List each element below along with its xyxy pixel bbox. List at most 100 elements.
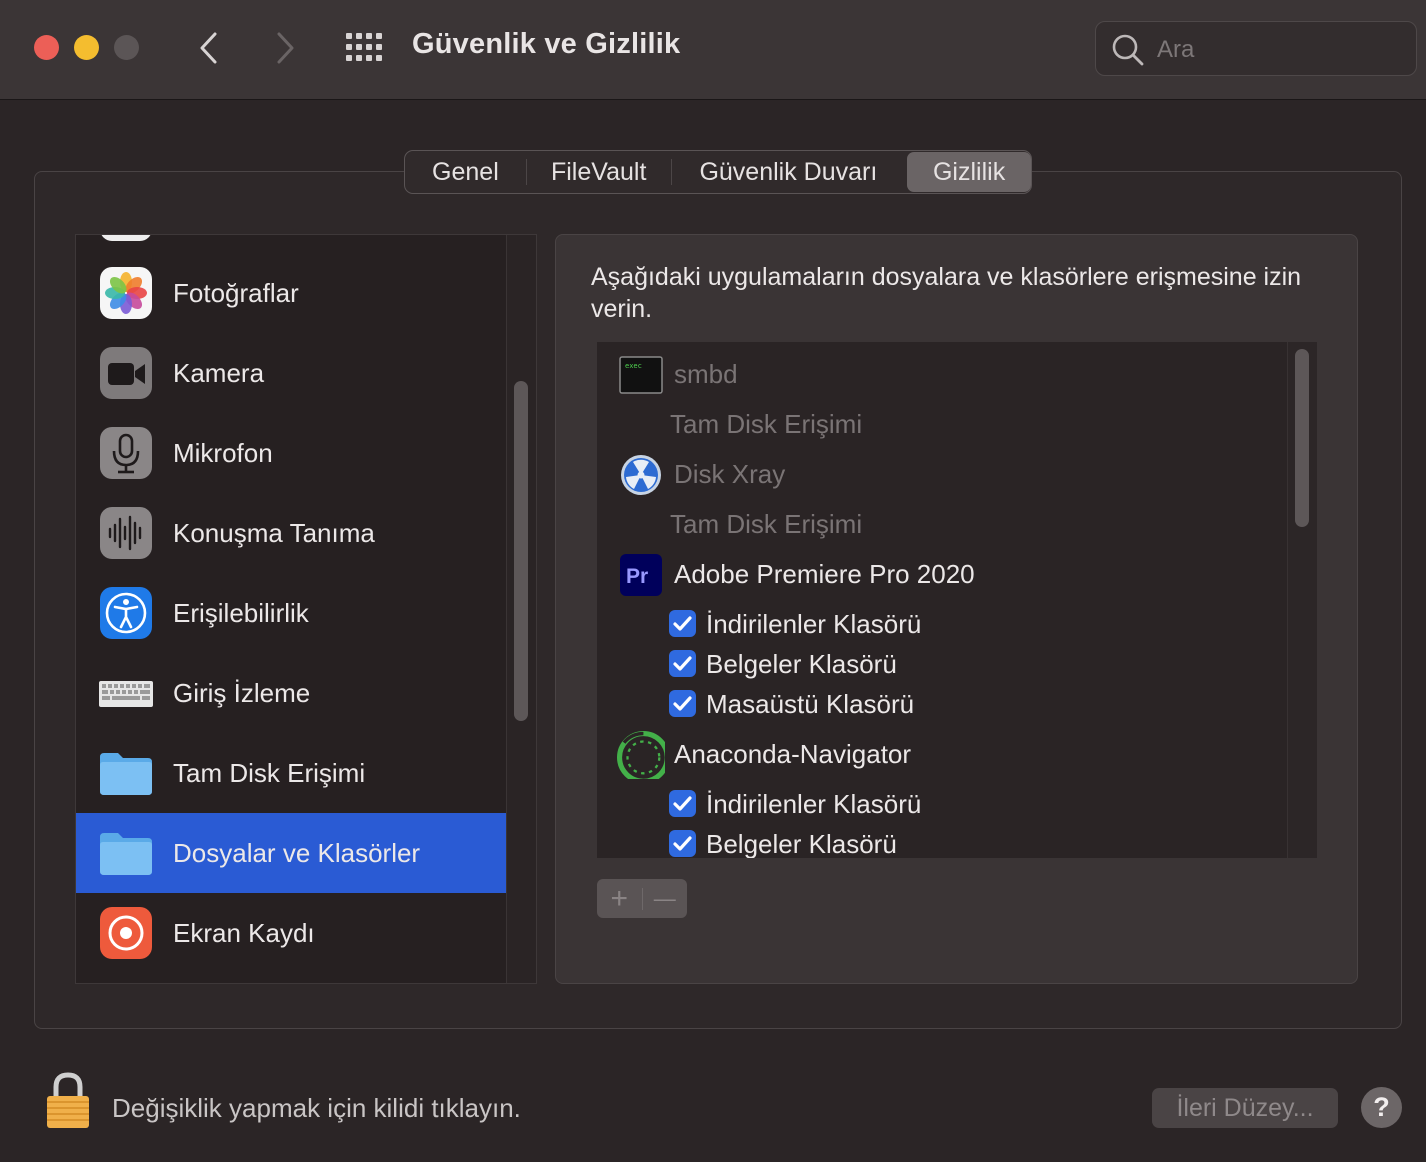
checkmark-icon [673, 696, 692, 711]
tab-gizlilik[interactable]: Gizlilik [907, 152, 1031, 192]
exec-badge: exec [625, 362, 642, 370]
tab-firewall[interactable]: Güvenlik Duvarı [672, 152, 906, 192]
folder-label: İndirilenler Klasörü [706, 609, 922, 639]
checkbox-checked[interactable] [669, 830, 696, 857]
folder-label: İndirilenler Klasörü [706, 789, 922, 819]
close-window-button[interactable] [34, 35, 59, 60]
sidebar-item-accessibility[interactable]: Erişilebilirlik [76, 573, 507, 653]
sidebar-item-label: Giriş İzleme [173, 678, 311, 708]
sidebar-item-label: Fotoğraflar [173, 278, 299, 308]
sidebar-item-screen-recording[interactable]: Ekran Kaydı [76, 893, 507, 973]
plus-icon: + [610, 881, 629, 915]
app-permission-label: Tam Disk Erişimi [670, 509, 863, 539]
zoom-window-button[interactable] [114, 35, 139, 60]
minimize-window-button[interactable] [74, 35, 99, 60]
folder-permission-row[interactable]: Belgeler Klasörü [597, 644, 1287, 684]
sidebar-item-photos[interactable]: Fotoğraflar [76, 253, 507, 333]
privacy-category-list[interactable]: Fotoğraflar Kamera Mikrofon Konuşma Tanı… [75, 234, 537, 984]
checkmark-icon [673, 836, 692, 851]
app-name: smbd [674, 359, 738, 389]
sidebar-item-label: Tam Disk Erişimi [173, 758, 366, 788]
lock-icon [47, 1072, 89, 1128]
sidebar-item-label: Konuşma Tanıma [173, 518, 375, 548]
checkbox-checked[interactable] [669, 650, 696, 677]
advanced-button[interactable]: İleri Düzey... [1152, 1088, 1338, 1128]
folder-label: Belgeler Klasörü [706, 649, 897, 679]
exec-icon: exec [619, 356, 663, 394]
title-bar: Güvenlik ve Gizlilik Ara [0, 0, 1426, 100]
window-title: Güvenlik ve Gizlilik [412, 28, 681, 60]
remove-app-button[interactable]: — [642, 879, 687, 918]
checkbox-checked[interactable] [669, 690, 696, 717]
app-name: Anaconda-Navigator [674, 739, 912, 769]
checkbox-checked[interactable] [669, 790, 696, 817]
app-list-scroll-thumb[interactable] [1295, 349, 1309, 527]
sidebar-item-label: Mikrofon [173, 438, 273, 468]
screen-recording-icon [100, 907, 152, 959]
search-field[interactable]: Ara [1095, 21, 1417, 76]
sidebar-item-label: Erişilebilirlik [173, 598, 309, 628]
show-all-button[interactable] [344, 30, 384, 66]
sidebar-item-label: Dosyalar ve Klasörler [173, 838, 421, 868]
photos-icon [100, 267, 152, 319]
sidebar-item-label: Kamera [173, 358, 265, 388]
sidebar-item-full-disk-access[interactable]: Tam Disk Erişimi [76, 733, 507, 813]
tab-bar: Genel FileVault Güvenlik Duvarı Gizlilik [404, 150, 1032, 194]
chevron-right-icon [277, 32, 294, 64]
app-sub-row: Tam Disk Erişimi [597, 499, 1287, 549]
back-button[interactable] [190, 28, 230, 68]
app-permission-list[interactable]: exec smbd Tam Disk Erişimi Disk Xray Tam [597, 342, 1317, 858]
checkmark-icon [673, 616, 692, 631]
search-placeholder: Ara [1157, 36, 1195, 63]
folder-permission-row[interactable]: İndirilenler Klasörü [597, 604, 1287, 644]
anaconda-icon [616, 730, 665, 779]
files-folders-panel: Aşağıdaki uygulamaların dosyalara ve kla… [555, 234, 1358, 984]
sidebar-item-speech-recognition[interactable]: Konuşma Tanıma [76, 493, 507, 573]
panel-description: Aşağıdaki uygulamaların dosyalara ve kla… [591, 263, 1302, 323]
app-sub-row: Tam Disk Erişimi [597, 399, 1287, 449]
checkmark-icon [673, 656, 692, 671]
folder-icon [100, 833, 152, 875]
folder-permission-row[interactable]: İndirilenler Klasörü [597, 784, 1287, 824]
folder-icon [100, 753, 152, 795]
forward-button[interactable] [264, 28, 304, 68]
lock-button[interactable] [44, 1072, 92, 1130]
accessibility-icon [100, 587, 152, 639]
sidebar-item-label: Ekran Kaydı [173, 918, 315, 948]
premiere-icon: Pr [620, 554, 662, 596]
sidebar-item-files-and-folders[interactable]: Dosyalar ve Klasörler [76, 813, 507, 893]
app-row-disk-xray[interactable]: Disk Xray [597, 449, 1287, 499]
camera-icon [100, 347, 152, 399]
checkbox-checked[interactable] [669, 610, 696, 637]
app-permission-label: Tam Disk Erişimi [670, 409, 863, 439]
folder-label: Belgeler Klasörü [706, 829, 897, 858]
keyboard-icon [99, 681, 153, 707]
search-icon [1112, 34, 1144, 66]
premiere-badge: Pr [626, 565, 648, 588]
folder-permission-row[interactable]: Belgeler Klasörü [597, 824, 1287, 858]
folder-label: Masaüstü Klasörü [706, 689, 915, 719]
disk-xray-icon [621, 455, 661, 495]
app-row-adobe-premiere[interactable]: Pr Adobe Premiere Pro 2020 [597, 549, 1287, 599]
speech-recognition-icon [100, 507, 152, 559]
app-row-anaconda-navigator[interactable]: Anaconda-Navigator [597, 729, 1287, 779]
partial-list-item [100, 235, 152, 241]
microphone-icon [100, 427, 152, 479]
sidebar-item-input-monitoring[interactable]: Giriş İzleme [76, 653, 507, 733]
add-app-button[interactable]: + [597, 879, 642, 918]
tab-genel[interactable]: Genel [405, 152, 526, 192]
lock-hint-text: Değişiklik yapmak için kilidi tıklayın. [112, 1093, 521, 1123]
app-list-scrollbar[interactable] [1287, 342, 1317, 858]
help-button[interactable]: ? [1361, 1087, 1402, 1128]
sidebar-item-camera[interactable]: Kamera [76, 333, 507, 413]
app-row-smbd[interactable]: exec smbd [597, 349, 1287, 399]
sidebar-item-microphone[interactable]: Mikrofon [76, 413, 507, 493]
sidebar-scroll-thumb[interactable] [514, 381, 528, 721]
sidebar-scrollbar[interactable] [506, 235, 536, 983]
folder-permission-row[interactable]: Masaüstü Klasörü [597, 684, 1287, 724]
tab-filevault[interactable]: FileVault [527, 152, 671, 192]
chevron-left-icon [200, 32, 217, 64]
checkmark-icon [673, 796, 692, 811]
add-remove-control: + — [597, 879, 687, 918]
minus-icon: — [653, 885, 676, 911]
